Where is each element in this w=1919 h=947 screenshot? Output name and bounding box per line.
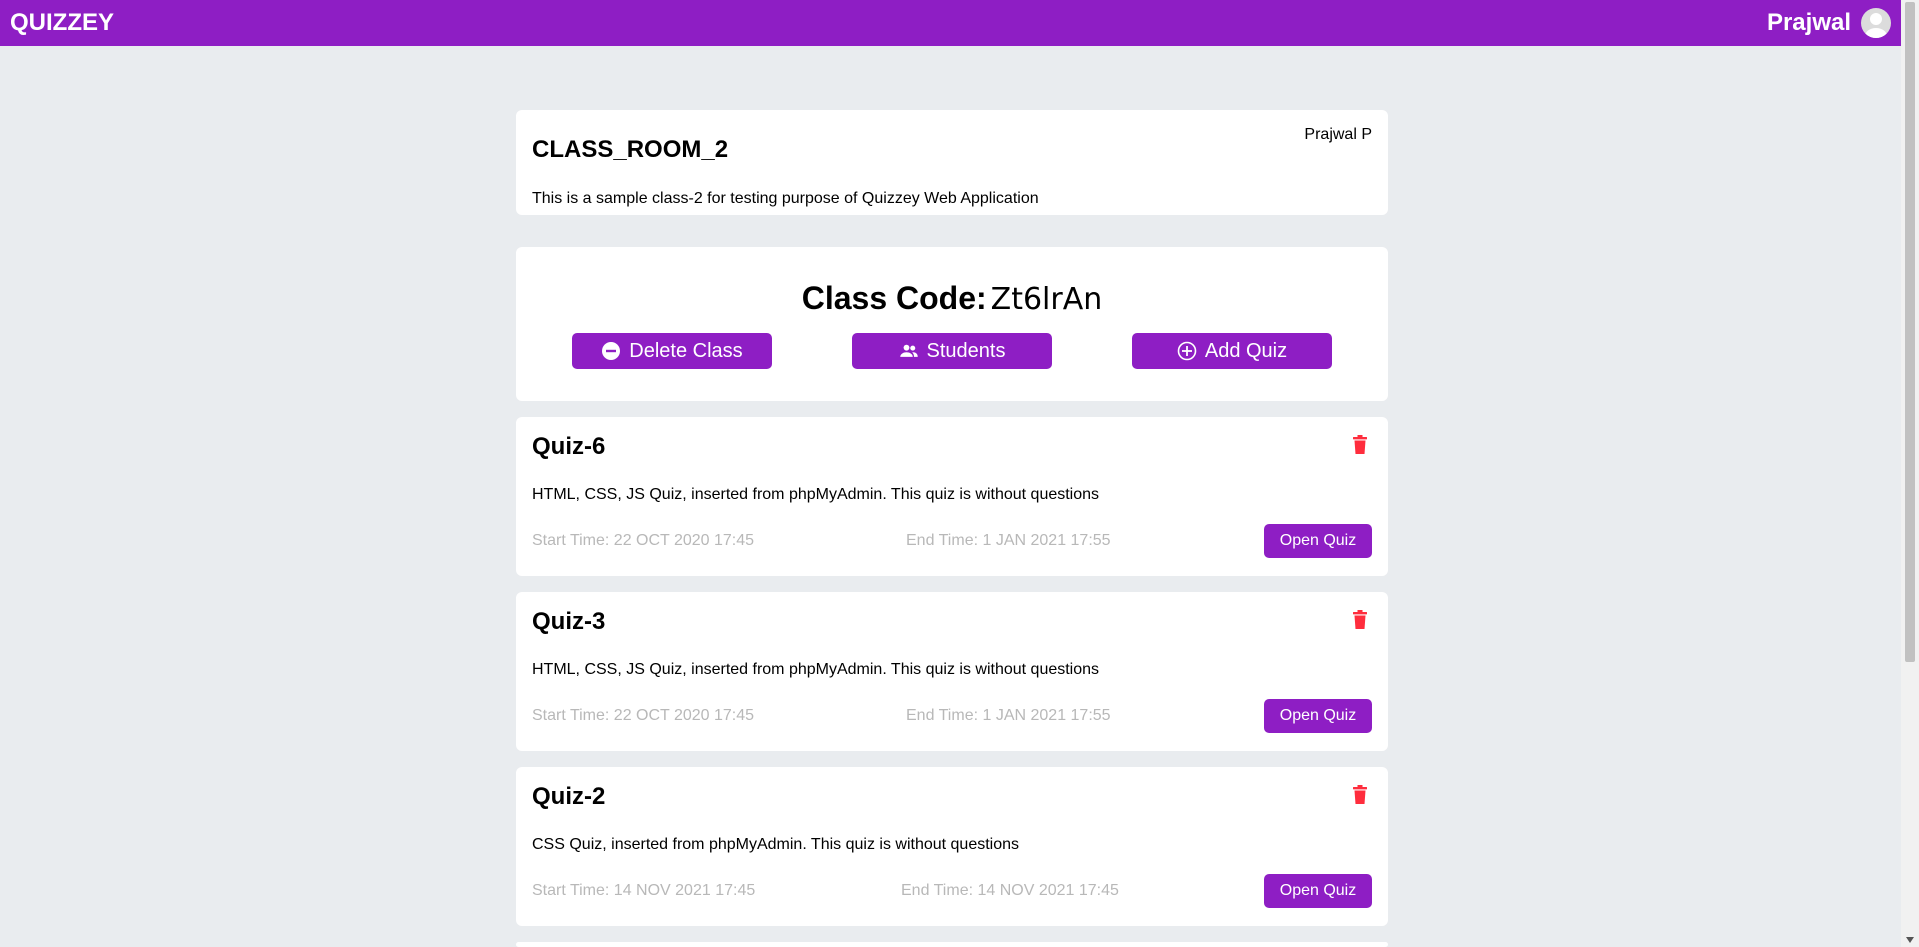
- class-info-card: CLASS_ROOM_2 Prajwal P This is a sample …: [516, 110, 1388, 215]
- quiz-description: HTML, CSS, JS Quiz, inserted from phpMyA…: [532, 661, 1100, 678]
- open-quiz-button[interactable]: Open Quiz: [1264, 524, 1372, 558]
- students-label: Students: [926, 339, 1006, 362]
- quiz-title: Quiz-6: [532, 433, 606, 460]
- quiz-end-time: End Time: 14 NOV 2021 17:45: [901, 882, 1119, 899]
- class-code: Class Code: Zt6lrAn: [516, 280, 1388, 317]
- scroll-down-icon[interactable]: [1906, 937, 1914, 943]
- quiz-card: Quiz-2 CSS Quiz, inserted from phpMyAdmi…: [516, 767, 1388, 926]
- delete-class-label: Delete Class: [629, 339, 743, 362]
- class-code-value: Zt6lrAn: [990, 282, 1103, 317]
- quiz-start-time: Start Time: 22 OCT 2020 17:45: [532, 707, 755, 724]
- delete-class-button[interactable]: Delete Class: [572, 333, 772, 369]
- user-name[interactable]: Prajwal: [1767, 9, 1851, 37]
- students-button[interactable]: Students: [852, 333, 1052, 369]
- open-quiz-button[interactable]: Open Quiz: [1264, 699, 1372, 733]
- class-title: CLASS_ROOM_2: [532, 136, 729, 163]
- class-code-label: Class Code:: [801, 280, 987, 316]
- quiz-end-time: End Time: 1 JAN 2021 17:55: [906, 532, 1111, 549]
- quiz-card: Quiz-6 HTML, CSS, JS Quiz, inserted from…: [516, 417, 1388, 576]
- quiz-title: Quiz-3: [532, 608, 606, 635]
- trash-icon[interactable]: [1352, 785, 1368, 805]
- add-quiz-label: Add Quiz: [1204, 339, 1288, 362]
- top-navbar: QUIZZEY Prajwal: [0, 0, 1901, 46]
- class-owner: Prajwal P: [1304, 126, 1372, 143]
- class-code-card: Class Code: Zt6lrAn Delete Class Students: [516, 247, 1388, 401]
- quiz-card-partial: [516, 942, 1388, 947]
- quiz-description: CSS Quiz, inserted from phpMyAdmin. This…: [532, 836, 1020, 853]
- quiz-start-time: Start Time: 22 OCT 2020 17:45: [532, 532, 755, 549]
- plus-circle-icon: [1177, 341, 1197, 361]
- trash-icon[interactable]: [1352, 435, 1368, 455]
- user-menu[interactable]: Prajwal: [1767, 8, 1891, 38]
- class-description: This is a sample class-2 for testing pur…: [532, 190, 1039, 207]
- quiz-title: Quiz-2: [532, 783, 606, 810]
- scrollbar-thumb[interactable]: [1905, 2, 1915, 662]
- quiz-start-time: Start Time: 14 NOV 2021 17:45: [532, 882, 756, 899]
- people-icon: [899, 344, 918, 357]
- page-scrollbar[interactable]: [1901, 0, 1919, 947]
- trash-icon[interactable]: [1352, 610, 1368, 630]
- open-quiz-button[interactable]: Open Quiz: [1264, 874, 1372, 908]
- quiz-description: HTML, CSS, JS Quiz, inserted from phpMyA…: [532, 486, 1100, 503]
- brand-logo[interactable]: QUIZZEY: [10, 9, 114, 37]
- add-quiz-button[interactable]: Add Quiz: [1132, 333, 1332, 369]
- minus-circle-icon: [602, 342, 621, 360]
- quiz-end-time: End Time: 1 JAN 2021 17:55: [906, 707, 1111, 724]
- avatar-icon[interactable]: [1861, 8, 1891, 38]
- quiz-card: Quiz-3 HTML, CSS, JS Quiz, inserted from…: [516, 592, 1388, 751]
